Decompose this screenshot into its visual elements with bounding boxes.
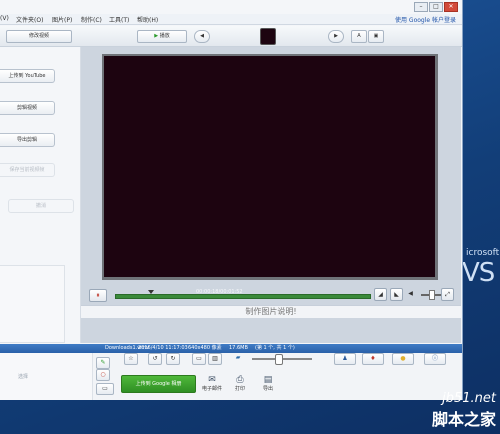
trim-video-button[interactable]: 剪辑视频 xyxy=(0,101,55,115)
caption-bar[interactable]: 制作图片说明! xyxy=(81,305,461,318)
single-view-icon[interactable]: ▭ xyxy=(192,353,206,365)
previous-icon: ◀ xyxy=(200,33,204,39)
trim-start-button[interactable]: ◢ xyxy=(374,288,387,301)
info-bar: Downloads1.wmv 2016/4/10 11:17:03 640x48… xyxy=(0,344,462,353)
pause-icon: ⏸ xyxy=(96,291,100,299)
trim-end-button[interactable]: ◣ xyxy=(390,288,403,301)
view-mode-a-label: A xyxy=(357,33,361,39)
info-resolution: 640x480 像素 xyxy=(188,345,222,351)
play-slideshow-button[interactable]: ▶ 播放 xyxy=(137,30,187,43)
next-icon: ▶ xyxy=(334,33,338,39)
effects-panel xyxy=(0,265,65,343)
toolbar: 修改视频 ▶ 播放 ◀ ▶ A ▣ xyxy=(0,26,462,47)
zoom-handle[interactable] xyxy=(274,354,283,365)
fullscreen-button[interactable]: ⤢ xyxy=(441,288,454,301)
close-button[interactable]: ✕ xyxy=(444,2,458,12)
play-slideshow-label: 播放 xyxy=(159,33,170,39)
back-to-library-button[interactable]: 修改视频 xyxy=(6,30,72,43)
info-size: 17.6MB xyxy=(229,345,248,351)
thumbnail-preview[interactable] xyxy=(260,28,276,45)
menu-picture[interactable]: 图片(P) xyxy=(52,15,72,24)
person-icon[interactable]: ♟ xyxy=(334,353,356,365)
print-button[interactable]: ⎙ 打印 xyxy=(227,375,253,392)
rotate-left-icon[interactable]: ↺ xyxy=(148,353,162,365)
player-controls: ⏸ ◢ ◣ ◀ ⤢ xyxy=(81,287,461,303)
site-watermark: jb51.net 脚本之家 xyxy=(432,391,496,430)
info-position: (第 1 个, 共 1 个) xyxy=(255,345,295,351)
upload-google-photos-button[interactable]: 上传到 Google 相册 xyxy=(121,375,196,393)
desktop-brand-large: VS xyxy=(462,258,495,288)
volume-handle[interactable] xyxy=(429,290,436,300)
selection-tray[interactable]: 选择 ✎ ○ ▭ xyxy=(0,353,114,400)
video-content[interactable] xyxy=(104,56,435,277)
menu-view[interactable]: (V) xyxy=(0,15,9,22)
watermark-site: 脚本之家 xyxy=(431,410,496,429)
menu-help[interactable]: 帮助(H) xyxy=(137,15,158,24)
view-mode-a-button[interactable]: A xyxy=(351,30,367,43)
next-button[interactable]: ▶ xyxy=(328,30,344,43)
desktop-brand-small: icrosoft xyxy=(466,248,500,258)
upload-youtube-button[interactable]: 上传到 YouTube xyxy=(0,69,55,83)
volume-icon[interactable]: ◀ xyxy=(405,288,416,299)
redeye-icon[interactable]: ○ xyxy=(96,369,110,381)
export-button[interactable]: ▤ 导出 xyxy=(255,375,281,392)
back-to-library-label: 修改视频 xyxy=(28,33,49,39)
play-icon: ▶ xyxy=(154,33,159,39)
seek-bar[interactable] xyxy=(115,294,371,299)
previous-button[interactable]: ◀ xyxy=(194,30,210,43)
rotate-right-icon[interactable]: ↻ xyxy=(166,353,180,365)
window-controls: – □ ✕ xyxy=(414,2,458,12)
pencil-icon[interactable]: ✎ xyxy=(96,357,110,369)
seek-handle[interactable] xyxy=(147,290,154,294)
pin-icon[interactable]: ♦ xyxy=(362,353,384,365)
view-mode-b-icon: ▣ xyxy=(373,33,379,39)
video-viewer: 00:00:18/00:01:52 ⏸ ◢ ◣ ◀ ⤢ 制作图片说明! xyxy=(81,47,461,343)
envelope-icon: ✉ xyxy=(208,375,216,385)
selection-label: 选择 xyxy=(18,374,29,380)
share-icon[interactable]: ▭ xyxy=(96,383,114,395)
camera-icon[interactable]: ▰ xyxy=(232,353,244,363)
undo-button[interactable]: 撤消 xyxy=(8,199,74,213)
tag-icon[interactable]: ● xyxy=(392,353,414,365)
export-clip-button[interactable]: 导出剪辑 xyxy=(0,133,55,147)
printer-icon: ⎙ xyxy=(236,375,244,385)
view-mode-b-button[interactable]: ▣ xyxy=(368,30,384,43)
menu-tools[interactable]: 工具(T) xyxy=(109,15,129,24)
pause-button[interactable]: ⏸ xyxy=(89,289,107,302)
star-icon[interactable]: ☆ xyxy=(124,353,138,365)
menu-create[interactable]: 制作(C) xyxy=(81,15,102,24)
folder-export-icon: ▤ xyxy=(263,375,273,385)
info-datetime: 2016/4/10 11:17:03 xyxy=(138,345,188,351)
menu-folder[interactable]: 文件夹(O) xyxy=(16,15,43,24)
google-account-link[interactable]: 使用 Google 帐户登录 xyxy=(395,15,456,24)
export-label: 导出 xyxy=(262,386,273,392)
watermark-url: jb51.net xyxy=(442,391,496,406)
menu-bar: (V) 文件夹(O) 图片(P) 制作(C) 工具(T) 帮助(H) 使用 Go… xyxy=(0,14,462,25)
bottom-panel: 选择 ✎ ○ ▭ ☆ ↺ ↻ ▭ ▥ ▰ ♟ ♦ ● ⓘ 上传到 Google … xyxy=(0,353,462,400)
info-icon[interactable]: ⓘ xyxy=(424,353,446,365)
picasa-window: – □ ✕ (V) 文件夹(O) 图片(P) 制作(C) 工具(T) 帮助(H)… xyxy=(0,0,463,400)
print-label: 打印 xyxy=(234,386,245,392)
left-panel: 上传到 YouTube 剪辑视频 导出剪辑 保存当前视频帧 撤消 xyxy=(0,47,81,343)
compare-view-icon[interactable]: ▥ xyxy=(208,353,222,365)
minimize-button[interactable]: – xyxy=(414,2,428,12)
maximize-button[interactable]: □ xyxy=(429,2,443,12)
save-frame-button[interactable]: 保存当前视频帧 xyxy=(0,163,55,177)
email-label: 电子邮件 xyxy=(201,386,222,392)
video-frame xyxy=(102,54,438,280)
caption-text: 制作图片说明! xyxy=(245,307,297,316)
email-button[interactable]: ✉ 电子邮件 xyxy=(199,375,225,392)
